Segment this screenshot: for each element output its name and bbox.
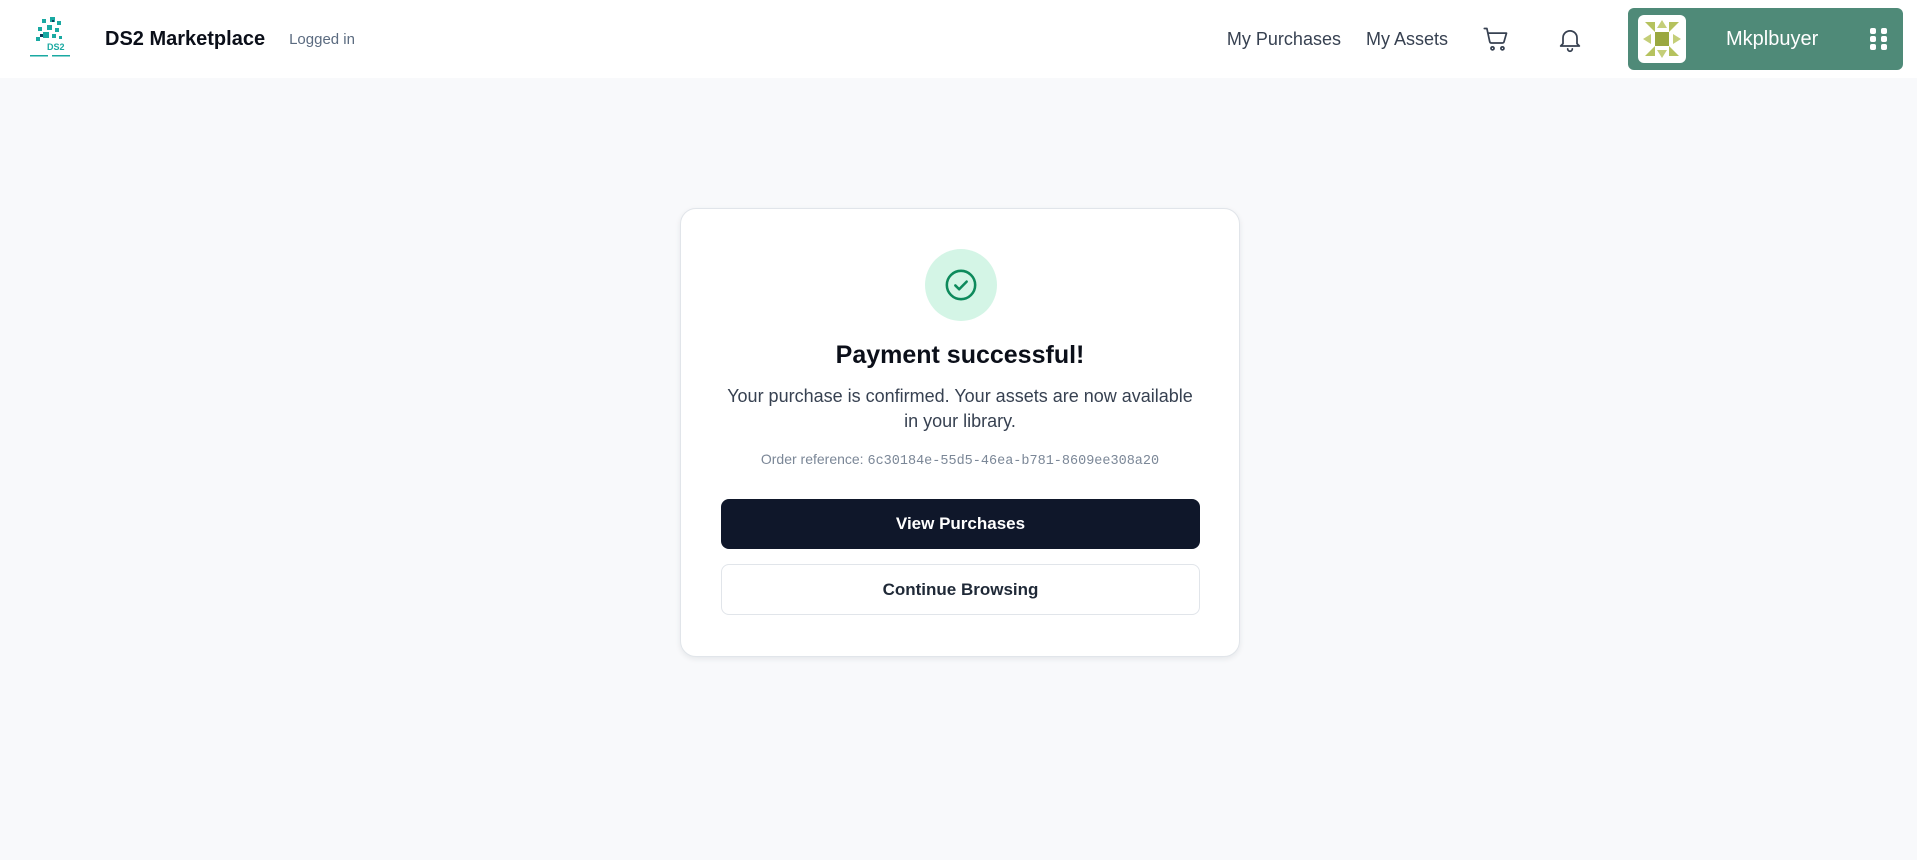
payment-success-card: Payment successful! Your purchase is con… bbox=[680, 208, 1240, 657]
nav-my-assets[interactable]: My Assets bbox=[1366, 29, 1448, 50]
success-message: Your purchase is confirmed. Your assets … bbox=[727, 386, 1193, 431]
check-circle-icon bbox=[944, 268, 978, 302]
user-menu[interactable]: Mkplbuyer bbox=[1628, 8, 1903, 70]
order-reference-label: Order reference: bbox=[760, 451, 864, 467]
success-badge bbox=[925, 249, 997, 321]
top-navbar: DS2 DS2 Marketplace Logged in My Purchas… bbox=[0, 0, 1917, 78]
avatar bbox=[1638, 15, 1686, 63]
view-purchases-button[interactable]: View Purchases bbox=[721, 499, 1200, 549]
brand: DS2 DS2 Marketplace Logged in bbox=[28, 0, 355, 78]
ds2-logo[interactable]: DS2 bbox=[28, 17, 82, 61]
user-name: Mkplbuyer bbox=[1726, 27, 1819, 50]
bell-icon bbox=[1556, 25, 1584, 53]
order-reference: Order reference: 6c30184e-55d5-46ea-b781… bbox=[681, 451, 1239, 469]
login-status: Logged in bbox=[289, 30, 355, 48]
logo-wordmark: DS2 bbox=[47, 42, 65, 52]
shopping-cart-icon bbox=[1482, 25, 1510, 53]
continue-browsing-button[interactable]: Continue Browsing bbox=[721, 564, 1200, 615]
order-reference-value: 6c30184e-55d5-46ea-b781-8609ee308a20 bbox=[867, 454, 1160, 469]
notifications-button[interactable] bbox=[1552, 21, 1588, 57]
success-title: Payment successful! bbox=[835, 341, 1085, 369]
cart-button[interactable] bbox=[1478, 21, 1514, 57]
grid-icon[interactable] bbox=[1867, 27, 1891, 51]
brand-title[interactable]: DS2 Marketplace bbox=[105, 28, 265, 51]
nav-my-purchases[interactable]: My Purchases bbox=[1227, 29, 1341, 50]
header-nav: My Purchases My Assets Mkplbuyer bbox=[1227, 0, 1903, 78]
